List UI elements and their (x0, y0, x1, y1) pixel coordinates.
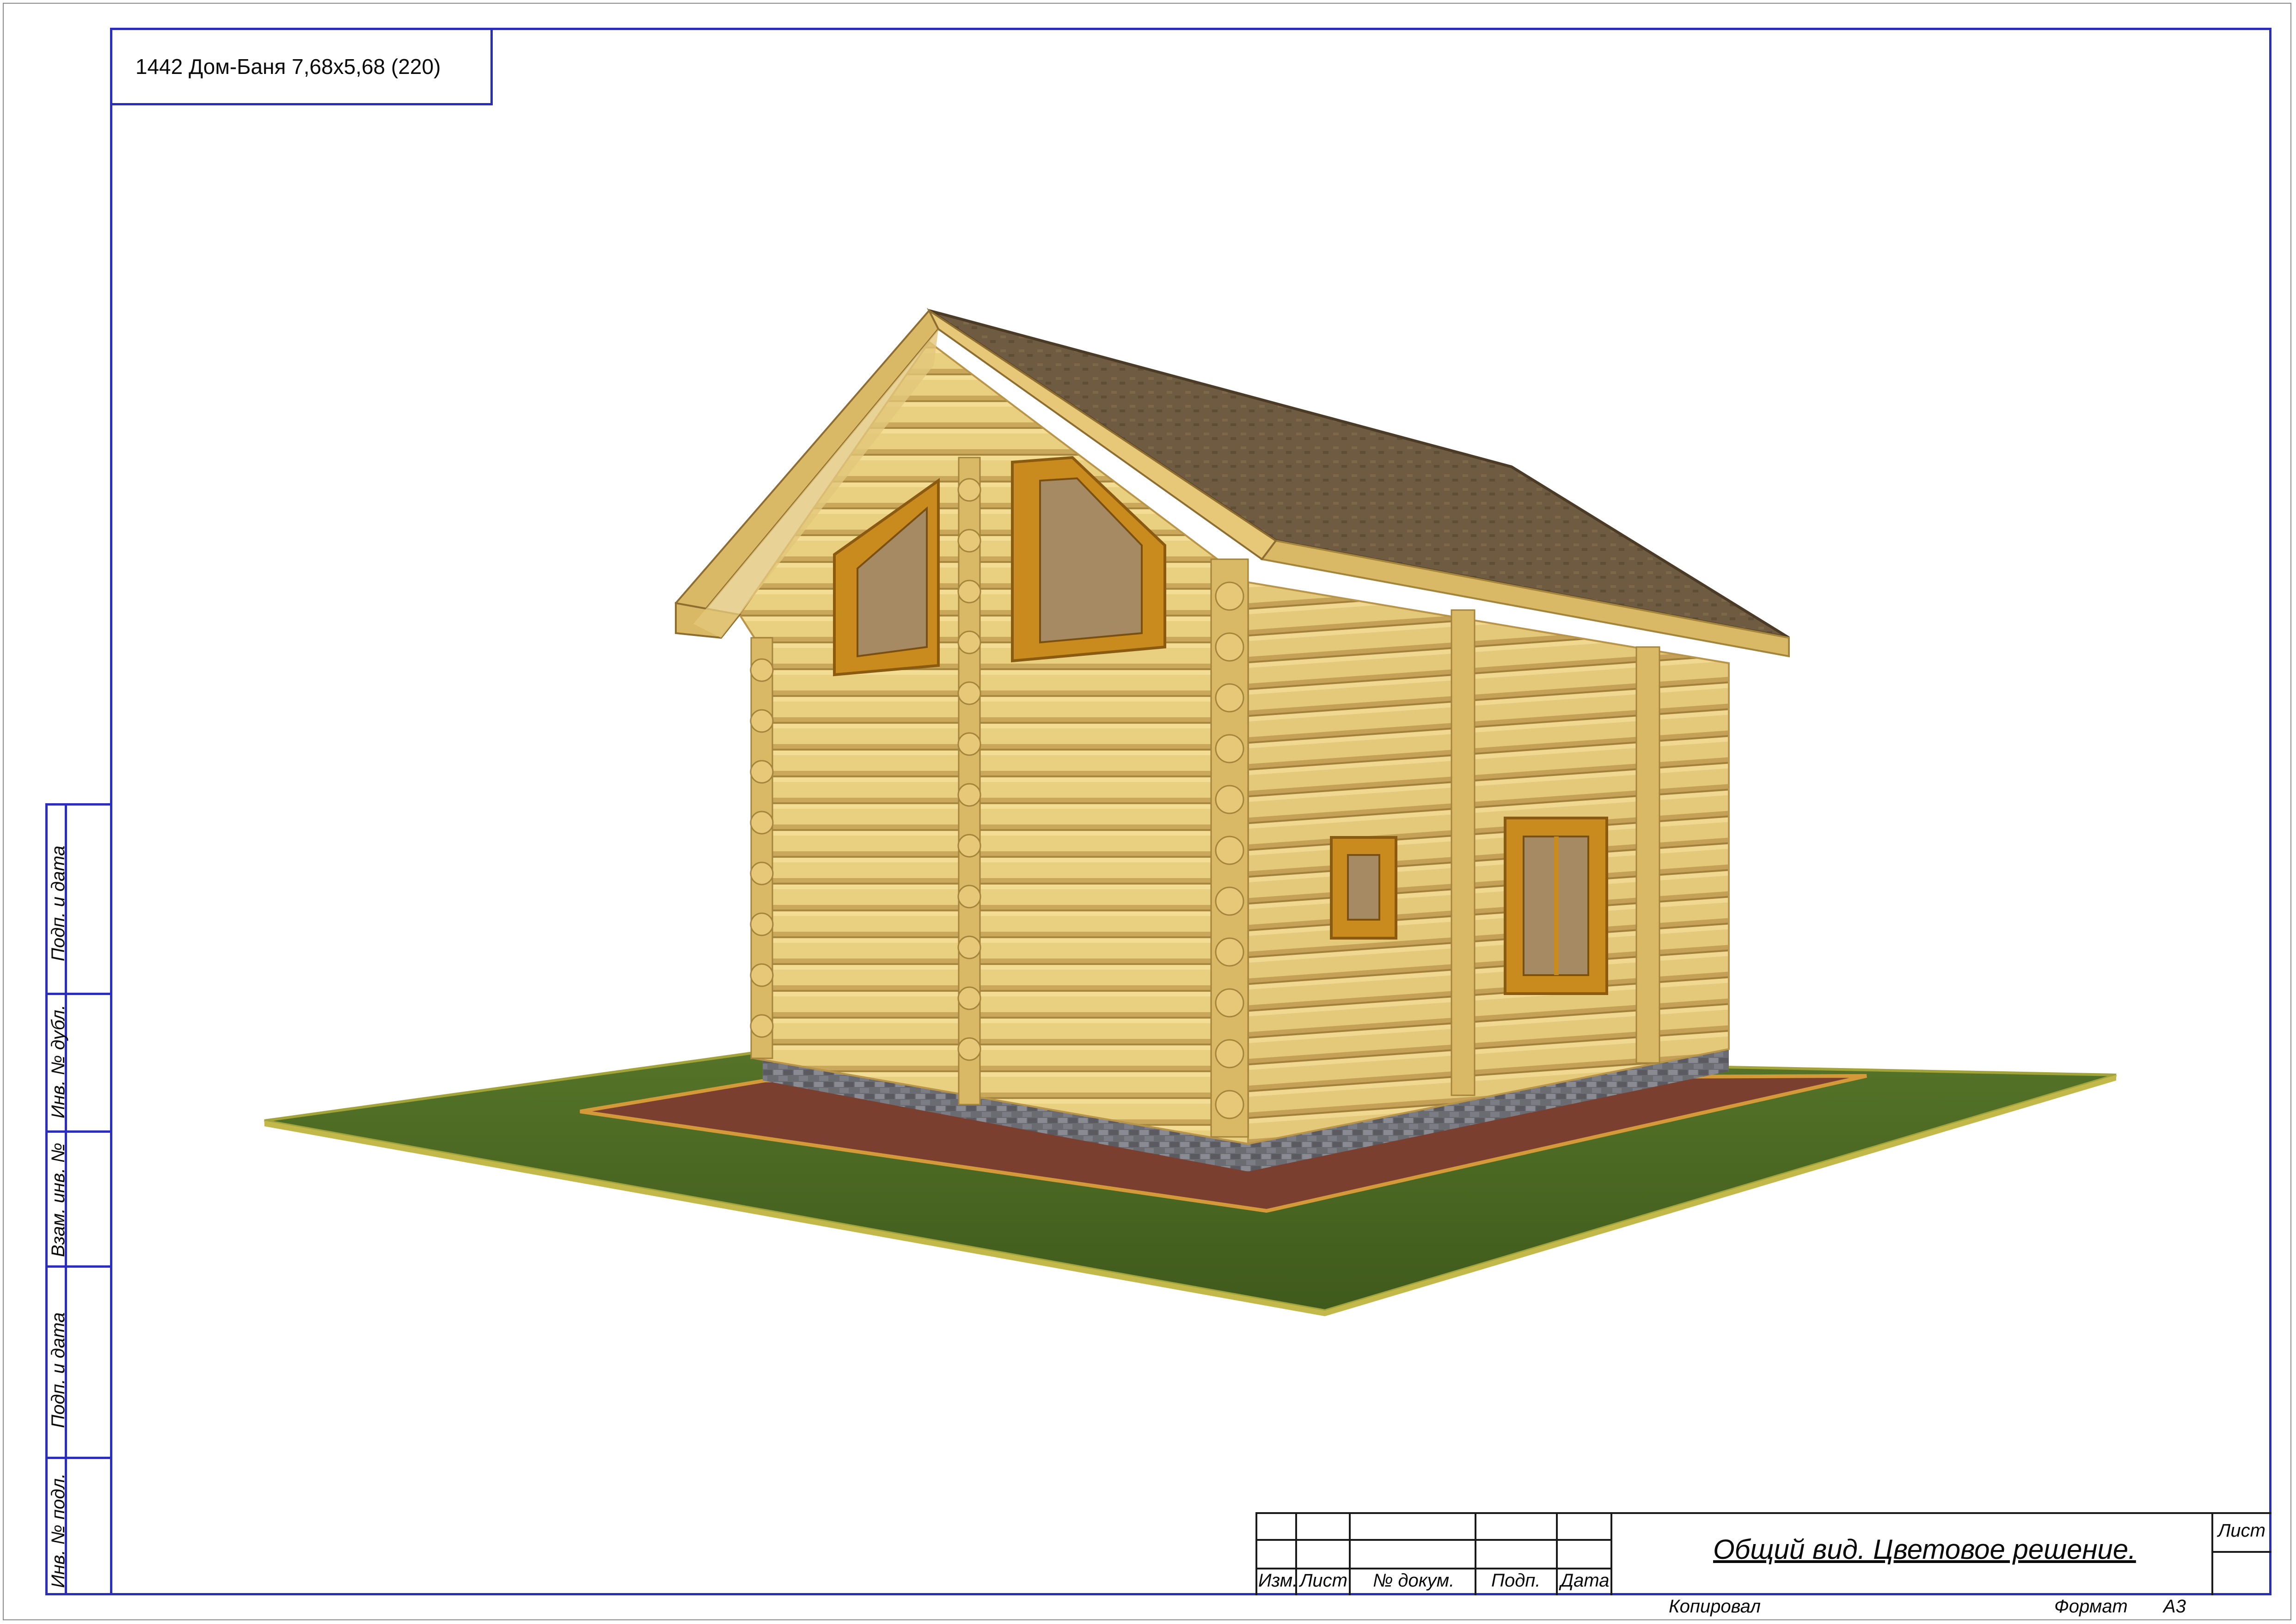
format-label: Формат (2054, 1596, 2128, 1617)
sheet-description: Общий вид. Цветовое решение. (1713, 1534, 2136, 1565)
col-date: Дата (1561, 1570, 1610, 1591)
title-block-col (1349, 1512, 1351, 1595)
title-block-col (1255, 1512, 1257, 1595)
title-block-col (1475, 1512, 1476, 1595)
corner-post (1635, 646, 1660, 1064)
title-block-top (1255, 1512, 2272, 1514)
col-list: Лист (1300, 1570, 1347, 1591)
corner-post (750, 637, 773, 1059)
title-block-col (2211, 1512, 2213, 1595)
title-block-row (2211, 1551, 2272, 1553)
col-doc-no: № докум. (1373, 1570, 1455, 1591)
side-window-small (1330, 836, 1397, 940)
corner-post (1451, 609, 1476, 1096)
side-window-large (1504, 817, 1608, 995)
col-izm: Изм. (1258, 1570, 1298, 1591)
title-block-col (1610, 1512, 1612, 1595)
gable-window-right (1011, 456, 1166, 663)
copied-label: Копировал (1669, 1596, 1761, 1617)
sheet-label: Лист (2218, 1520, 2265, 1541)
title-block-col (1556, 1512, 1558, 1595)
house-illustration (264, 308, 2117, 1316)
col-sign: Подп. (1491, 1570, 1541, 1591)
format-value: А3 (2163, 1596, 2186, 1617)
